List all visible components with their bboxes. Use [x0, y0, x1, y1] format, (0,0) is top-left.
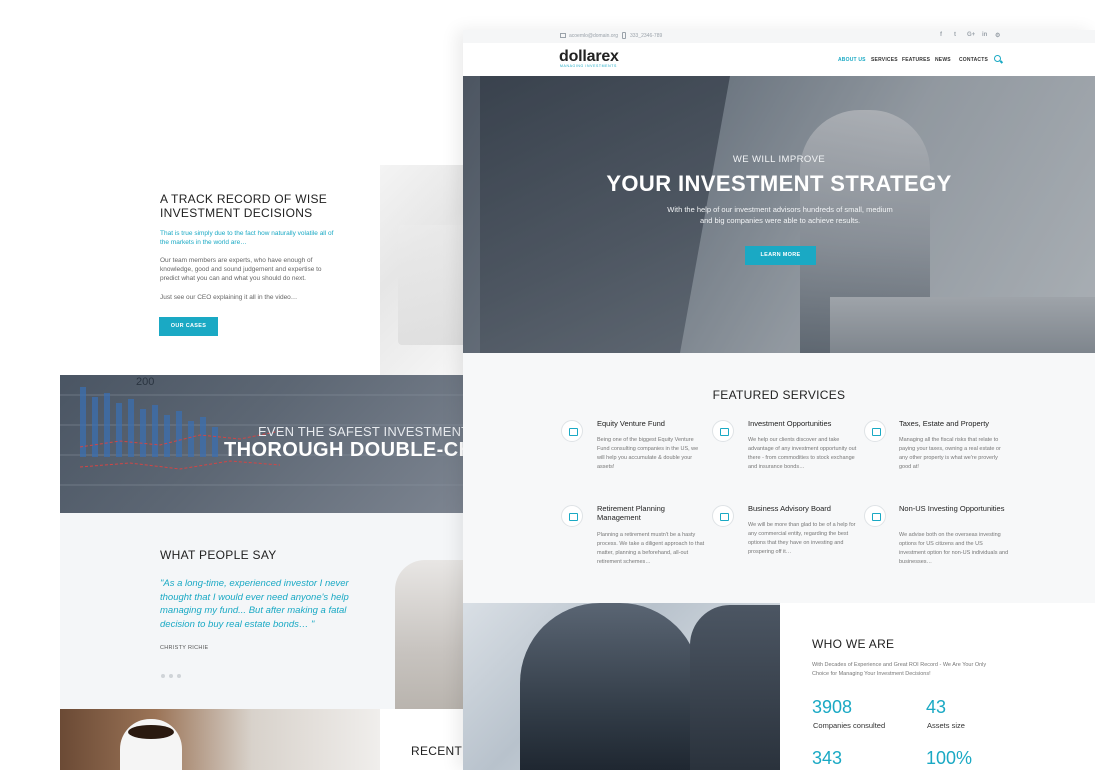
google-plus-icon[interactable]: G+	[967, 32, 975, 38]
track-record-title: A TRACK RECORD OF WISE INVESTMENT DECISI…	[160, 192, 328, 220]
service-text: We advise both on the overseas investing…	[899, 532, 1009, 565]
topbar-email[interactable]: acoemlo@domain.org	[569, 33, 618, 39]
logo-tagline: MANAGING INVESTMENTS	[560, 64, 617, 68]
track-record-body: Our team members are experts, who have e…	[160, 257, 322, 282]
hero-subtitle: WE WILL IMPROVE	[732, 154, 826, 165]
track-record-lead: That is true simply due to the fact how …	[160, 230, 334, 246]
briefcase-icon	[561, 505, 583, 527]
testimonial-quote: "As a long-time, experienced investor I …	[160, 578, 349, 630]
banner-title: THOROUGH DOUBLE-CHEC	[224, 439, 465, 461]
who-person-two	[690, 605, 780, 770]
pinterest-icon[interactable]: ⚙	[995, 32, 1000, 39]
who-we-are-title: WHO WE ARE	[812, 637, 895, 651]
mail-icon	[560, 33, 566, 38]
topbar-phone: 333_2346-789	[630, 33, 663, 39]
nav-contacts[interactable]: CONTACTS	[959, 57, 988, 63]
nav-about-us[interactable]: ABOUT US	[838, 57, 866, 63]
service-title[interactable]: Investment Opportunities	[748, 419, 858, 428]
house-icon	[864, 420, 886, 442]
stat-value: 100%	[926, 748, 973, 768]
testimonial-person-image	[395, 560, 463, 709]
services-title: FEATURED SERVICES	[712, 388, 846, 402]
pagination-dot[interactable]	[161, 674, 165, 678]
nav-services[interactable]: SERVICES	[871, 57, 898, 63]
our-cases-button[interactable]: OUR CASES	[159, 317, 218, 336]
globe-pin-icon	[864, 505, 886, 527]
hero-description: With the help of our investment advisors…	[667, 205, 893, 225]
search-icon[interactable]	[994, 55, 1001, 62]
who-we-are-section	[780, 603, 1095, 770]
hero-title: YOUR INVESTMENT STRATEGY	[606, 171, 952, 196]
service-text: Managing all the fiscal risks that relat…	[899, 437, 1001, 470]
service-title[interactable]: Business Advisory Board	[748, 504, 858, 513]
stat-label: Assets size	[927, 721, 965, 730]
service-text: Planning a retirement mustn't be a hasty…	[597, 532, 705, 565]
learn-more-button[interactable]: LEARN MORE	[745, 246, 816, 265]
pagination-dot[interactable]	[169, 674, 173, 678]
stat-value: 43	[926, 697, 947, 717]
coffee-image	[60, 709, 380, 770]
service-title[interactable]: Retirement Planning Management	[597, 504, 707, 522]
who-person-one	[520, 603, 700, 770]
nav-news[interactable]: NEWS	[935, 57, 951, 63]
chart-icon	[712, 505, 734, 527]
hand-pointer-icon	[712, 420, 734, 442]
double-check-banner: 200 EVEN THE SAFEST INVESTMENT BETS R TH…	[60, 375, 465, 513]
stat-value: 3908	[812, 697, 853, 717]
phone-icon	[622, 32, 626, 39]
banner-subtitle: EVEN THE SAFEST INVESTMENT BETS R	[258, 424, 465, 439]
coffee-cup-graphic	[120, 719, 182, 770]
service-text: Being one of the biggest Equity Venture …	[597, 437, 699, 470]
service-title[interactable]: Equity Venture Fund	[597, 419, 707, 428]
banner-chart-tick: 200	[136, 376, 154, 388]
stat-value: 343	[812, 748, 843, 768]
facebook-icon[interactable]: f	[940, 32, 942, 38]
track-record-ceo-line: Just see our CEO explaining it all in th…	[160, 294, 298, 301]
testimonial-pagination[interactable]	[161, 665, 185, 683]
testimonial-author: CHRISTY RICHIE	[160, 645, 209, 651]
nav-features[interactable]: FEATURES	[902, 57, 930, 63]
coins-icon	[561, 420, 583, 442]
service-title[interactable]: Non-US Investing Opportunities	[899, 504, 1009, 513]
pagination-dot[interactable]	[177, 674, 181, 678]
linkedin-icon[interactable]: in	[982, 32, 987, 38]
service-text: We help our clients discover and take ad…	[748, 437, 857, 470]
service-text: We will be more than glad to be of a hel…	[748, 522, 856, 555]
twitter-icon[interactable]: t	[954, 32, 956, 38]
service-title[interactable]: Taxes, Estate and Property	[899, 419, 1009, 428]
testimonials-title: WHAT PEOPLE SAY	[160, 548, 277, 562]
stat-label: Companies consulted	[813, 721, 886, 730]
who-we-are-text: With Decades of Experience and Great ROI…	[812, 662, 987, 677]
